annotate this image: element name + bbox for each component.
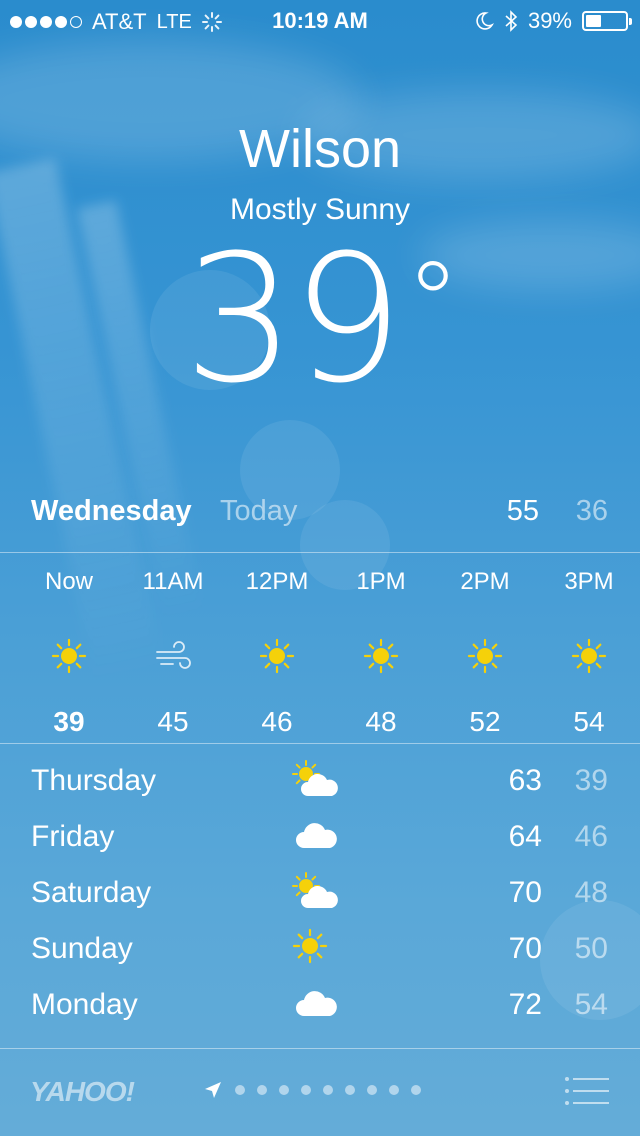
hour-temperature: 45 xyxy=(157,706,189,737)
footer-bar: YAHOO! xyxy=(0,1050,640,1136)
hourly-forecast[interactable]: Now 39 11AM 45 12PM 46 1PM 48 2PM 52 3PM… xyxy=(0,568,640,738)
hour-label: 3PM xyxy=(564,568,614,595)
today-label: Today xyxy=(220,495,298,527)
city-name: Wilson xyxy=(238,119,402,179)
hour-temperature: 39 xyxy=(53,706,85,737)
hourly-item: 12PM 46 xyxy=(225,568,329,738)
day-low: 39 xyxy=(574,764,608,797)
list-icon xyxy=(565,1077,609,1105)
sun-icon xyxy=(225,638,329,674)
page-dot[interactable] xyxy=(279,1085,289,1095)
bluetooth-icon xyxy=(505,10,518,32)
day-low: 54 xyxy=(574,988,608,1021)
location-arrow-icon xyxy=(205,1082,221,1098)
sun-icon xyxy=(17,638,121,674)
day-low: 48 xyxy=(574,876,608,909)
hour-label: Now xyxy=(44,568,93,595)
page-dot[interactable] xyxy=(235,1085,245,1095)
temperature-value: 39 xyxy=(183,217,404,422)
weather-screen: AT&T LTE 10:19 AM 39% Wilson Mostly Sunn… xyxy=(0,0,640,1136)
today-low: 36 xyxy=(575,495,608,527)
battery-level xyxy=(586,15,601,27)
daily-row: Thursday 63 39 xyxy=(0,754,640,810)
daily-row: Monday 72 54 xyxy=(0,978,640,1034)
page-dot[interactable] xyxy=(301,1085,311,1095)
hour-temperature: 46 xyxy=(261,706,293,737)
hour-temperature: 48 xyxy=(365,706,397,737)
yahoo-logo[interactable]: YAHOO! xyxy=(30,1076,135,1108)
hour-temperature: 54 xyxy=(573,706,605,737)
battery-percent: 39% xyxy=(527,8,572,33)
sun-icon xyxy=(292,928,340,968)
hour-temperature: 52 xyxy=(469,706,501,737)
today-day-name: Wednesday xyxy=(31,495,192,527)
hour-label: 1PM xyxy=(356,568,406,595)
day-high: 70 xyxy=(508,876,542,909)
day-high: 64 xyxy=(508,820,542,853)
day-name: Friday xyxy=(31,820,115,853)
hourly-item: 2PM 52 xyxy=(433,568,537,738)
today-summary-row: Wednesday Today 55 36 xyxy=(0,495,640,541)
page-indicator[interactable] xyxy=(203,1080,421,1100)
cloud-icon xyxy=(292,984,340,1024)
hourly-item: 1PM 48 xyxy=(329,568,433,738)
page-dot[interactable] xyxy=(367,1085,377,1095)
page-dot[interactable] xyxy=(257,1085,267,1095)
day-high: 72 xyxy=(508,988,542,1021)
daily-row: Sunday 70 50 xyxy=(0,922,640,978)
current-temperature: 39° xyxy=(0,232,640,408)
sun-icon xyxy=(433,638,537,674)
page-dot[interactable] xyxy=(411,1085,421,1095)
today-high: 55 xyxy=(506,495,539,527)
day-name: Monday xyxy=(31,988,138,1021)
daily-forecast-list: Thursday 63 39 Friday 64 46 Saturday 70 … xyxy=(0,754,640,1034)
page-dot[interactable] xyxy=(345,1085,355,1095)
cloud-icon xyxy=(292,816,340,856)
sun-icon xyxy=(537,638,640,674)
hourly-item: 3PM 54 xyxy=(537,568,640,738)
daily-row: Saturday 70 48 xyxy=(0,866,640,922)
wind-icon xyxy=(121,638,225,674)
divider xyxy=(0,552,640,553)
divider xyxy=(0,743,640,744)
hourly-item: 11AM 45 xyxy=(121,568,225,738)
page-dot[interactable] xyxy=(323,1085,333,1095)
city-list-button[interactable] xyxy=(564,1076,610,1106)
status-bar: AT&T LTE 10:19 AM 39% xyxy=(0,0,640,40)
day-name: Saturday xyxy=(31,876,152,909)
moon-icon xyxy=(476,12,494,30)
hour-label: 2PM xyxy=(460,568,510,595)
day-low: 46 xyxy=(574,820,608,853)
day-high: 63 xyxy=(508,764,542,797)
hour-label: 12PM xyxy=(245,568,309,595)
page-dot[interactable] xyxy=(389,1085,399,1095)
hour-label: 11AM xyxy=(142,568,204,595)
sun-icon xyxy=(329,638,433,674)
partly-cloudy-icon xyxy=(292,760,340,800)
battery-icon xyxy=(582,11,632,31)
daily-row: Friday 64 46 xyxy=(0,810,640,866)
day-name: Sunday xyxy=(31,932,133,965)
hourly-item: Now 39 xyxy=(17,568,121,738)
divider xyxy=(0,1048,640,1049)
day-name: Thursday xyxy=(31,764,157,797)
partly-cloudy-icon xyxy=(292,872,340,912)
degree-symbol: ° xyxy=(405,238,460,366)
day-high: 70 xyxy=(508,932,542,965)
day-low: 50 xyxy=(574,932,608,965)
